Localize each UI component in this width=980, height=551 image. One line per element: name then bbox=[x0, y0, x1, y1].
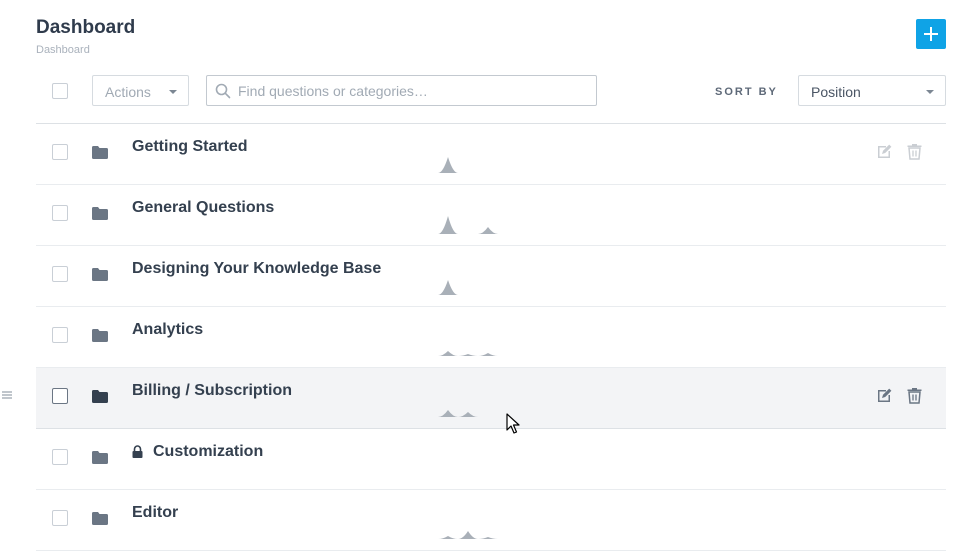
row-checkbox[interactable] bbox=[52, 449, 68, 465]
folder-icon bbox=[92, 451, 108, 464]
category-name[interactable]: Getting Started bbox=[132, 138, 248, 156]
category-row[interactable]: Analytics bbox=[36, 307, 946, 368]
category-name[interactable]: Customization bbox=[153, 443, 263, 461]
actions-dropdown-label: Actions bbox=[105, 84, 151, 100]
sparkline-area bbox=[418, 531, 498, 539]
category-name[interactable]: Editor bbox=[132, 504, 178, 522]
breadcrumb[interactable]: Dashboard bbox=[36, 44, 90, 56]
folder-icon bbox=[92, 329, 108, 342]
category-row[interactable]: Getting Started bbox=[36, 124, 946, 185]
chevron-down-icon bbox=[169, 90, 177, 94]
category-name[interactable]: Designing Your Knowledge Base bbox=[132, 260, 381, 278]
search-icon bbox=[215, 83, 231, 99]
page-title: Dashboard bbox=[36, 17, 136, 38]
category-row[interactable]: Editor bbox=[36, 490, 946, 551]
folder-icon bbox=[92, 268, 108, 281]
category-name[interactable]: Analytics bbox=[132, 321, 203, 339]
search-input[interactable] bbox=[238, 77, 588, 104]
folder-icon bbox=[92, 207, 108, 220]
sparkline-area bbox=[418, 157, 498, 173]
trash-icon[interactable] bbox=[906, 387, 923, 404]
row-checkbox[interactable] bbox=[52, 266, 68, 282]
category-row[interactable]: Billing / Subscription bbox=[2, 368, 946, 429]
sparkline-area bbox=[418, 410, 498, 417]
select-all-checkbox[interactable] bbox=[52, 83, 68, 99]
edit-icon[interactable] bbox=[876, 387, 893, 404]
sort-dropdown[interactable]: Position bbox=[798, 75, 946, 106]
category-row[interactable]: Designing Your Knowledge Base bbox=[36, 246, 946, 307]
sort-dropdown-value: Position bbox=[811, 84, 861, 100]
row-checkbox[interactable] bbox=[52, 144, 68, 160]
actions-dropdown[interactable]: Actions bbox=[92, 75, 189, 106]
category-row[interactable]: Customization bbox=[36, 429, 946, 490]
category-list: Getting Started General Questions Design… bbox=[2, 123, 946, 551]
views-sparkline bbox=[418, 157, 498, 173]
folder-icon bbox=[92, 146, 108, 159]
category-name[interactable]: General Questions bbox=[132, 199, 274, 217]
views-sparkline bbox=[418, 351, 498, 356]
row-checkbox[interactable] bbox=[52, 388, 68, 404]
category-name[interactable]: Billing / Subscription bbox=[132, 382, 292, 400]
row-checkbox[interactable] bbox=[52, 205, 68, 221]
chevron-down-icon bbox=[926, 90, 934, 94]
views-sparkline bbox=[418, 280, 498, 295]
sparkline-area bbox=[418, 280, 498, 295]
sparkline-area bbox=[418, 216, 498, 234]
views-sparkline bbox=[418, 216, 498, 234]
sparkline-area bbox=[418, 351, 498, 356]
row-checkbox[interactable] bbox=[52, 510, 68, 526]
mouse-cursor-icon bbox=[506, 413, 520, 434]
drag-handle-icon[interactable] bbox=[2, 391, 12, 399]
plus-icon bbox=[924, 27, 938, 41]
sort-by-label: SORT BY bbox=[715, 86, 778, 98]
lock-icon bbox=[132, 445, 143, 458]
search-box[interactable] bbox=[206, 75, 597, 106]
add-category-button[interactable] bbox=[916, 19, 946, 49]
views-sparkline bbox=[418, 410, 498, 417]
folder-icon bbox=[92, 512, 108, 525]
views-sparkline bbox=[418, 531, 498, 539]
edit-icon[interactable] bbox=[876, 143, 893, 160]
folder-icon bbox=[92, 390, 108, 403]
category-row[interactable]: General Questions bbox=[36, 185, 946, 246]
trash-icon[interactable] bbox=[906, 143, 923, 160]
row-checkbox[interactable] bbox=[52, 327, 68, 343]
